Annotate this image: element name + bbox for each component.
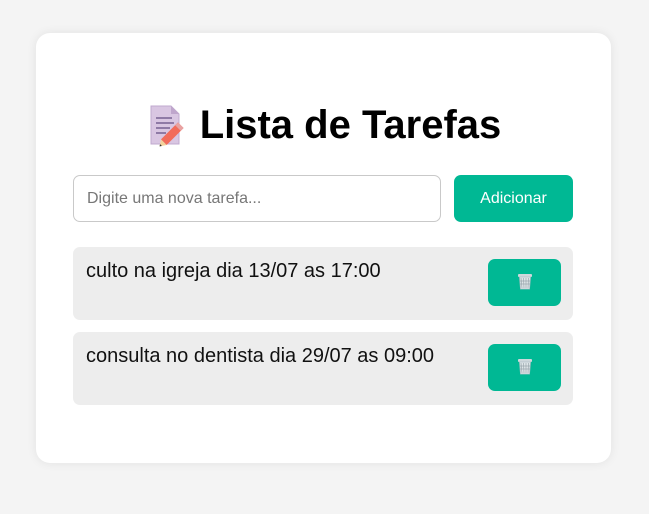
wastebasket-icon	[516, 272, 534, 293]
task-text: consulta no dentista dia 29/07 as 09:00	[86, 345, 435, 367]
task-item: consulta no dentista dia 29/07 as 09:00	[73, 332, 573, 405]
add-button[interactable]: Adicionar	[454, 175, 573, 222]
delete-task-button[interactable]	[488, 259, 561, 306]
title-row: Lista de Tarefas	[36, 103, 611, 147]
task-text: culto na igreja dia 13/07 as 17:00	[86, 260, 381, 282]
new-task-input[interactable]	[73, 175, 441, 222]
delete-task-button[interactable]	[488, 344, 561, 391]
wastebasket-icon	[516, 357, 534, 378]
page-title: Lista de Tarefas	[199, 103, 502, 147]
task-item: culto na igreja dia 13/07 as 17:00	[73, 247, 573, 320]
add-task-form: Adicionar	[73, 175, 573, 222]
memo-pencil-icon	[146, 103, 186, 147]
task-list: culto na igreja dia 13/07 as 17:00 consu…	[73, 247, 573, 417]
todo-card: Lista de Tarefas Adicionar culto na igre…	[36, 33, 611, 463]
